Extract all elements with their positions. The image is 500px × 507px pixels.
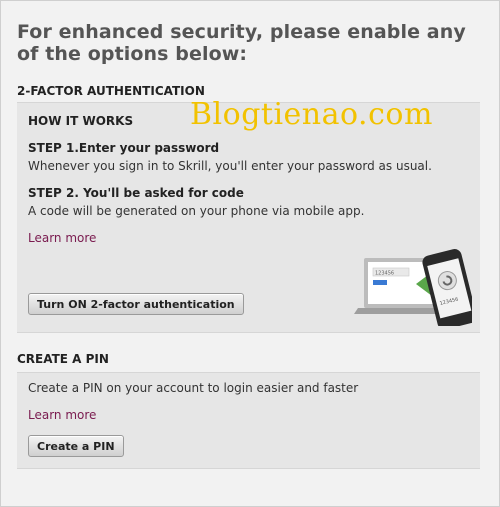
how-it-works-heading: HOW IT WORKS — [28, 114, 134, 128]
pin-learn-more-link[interactable]: Learn more — [28, 408, 96, 422]
smartphone-icon: 123456 — [422, 249, 472, 326]
step2-text: A code will be generated on your phone v… — [28, 204, 365, 218]
two-factor-learn-more-link[interactable]: Learn more — [28, 231, 96, 245]
pin-section-title: CREATE A PIN — [17, 352, 109, 366]
pin-description: Create a PIN on your account to login ea… — [28, 381, 359, 395]
page-title: For enhanced security, please enable any… — [17, 21, 466, 65]
step1-title: STEP 1.Enter your password — [28, 141, 220, 155]
step2-title: STEP 2. You'll be asked for code — [28, 186, 244, 200]
security-options-panel: For enhanced security, please enable any… — [0, 0, 500, 507]
two-factor-illustration: 123456 123456 — [354, 249, 472, 326]
turn-on-2fa-button[interactable]: Turn ON 2-factor authentication — [28, 293, 244, 315]
laptop-code-text: 123456 — [375, 271, 394, 277]
blog-watermark: Blogtienao.com — [190, 97, 433, 132]
create-pin-button[interactable]: Create a PIN — [28, 435, 124, 457]
two-factor-section-title: 2-FACTOR AUTHENTICATION — [17, 84, 205, 98]
pin-box: Create a PIN on your account to login ea… — [17, 372, 480, 469]
